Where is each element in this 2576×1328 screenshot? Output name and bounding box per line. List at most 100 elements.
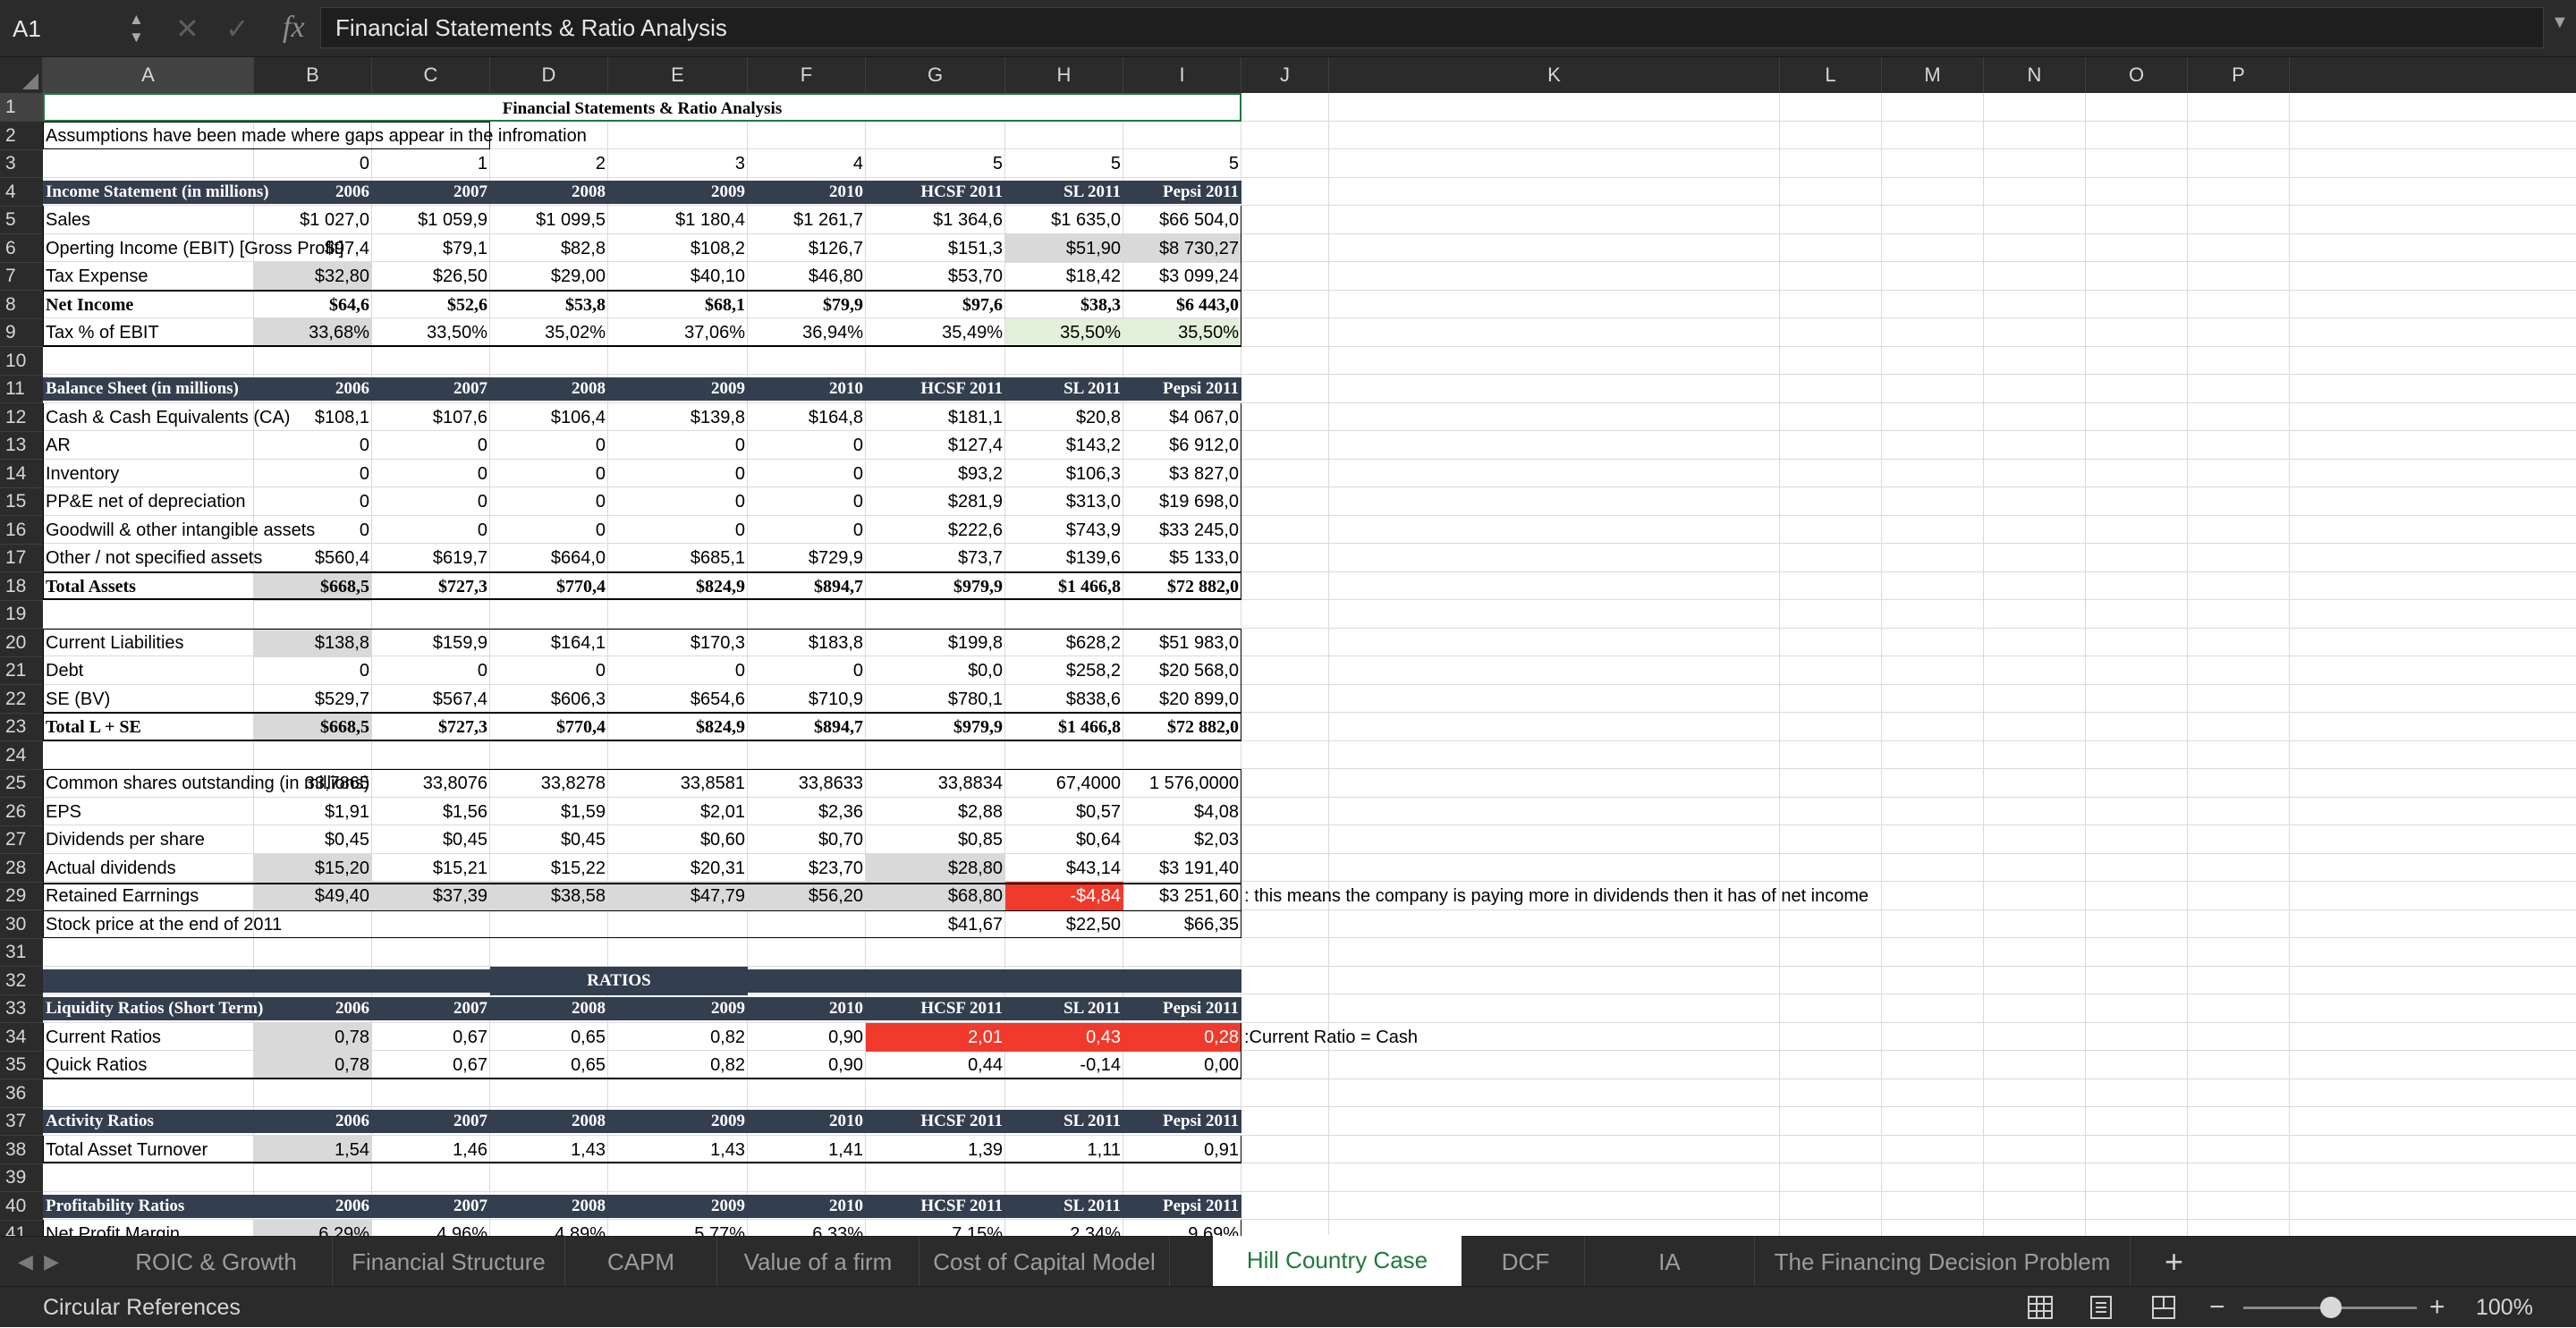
column-header-l[interactable]: L: [1780, 57, 1882, 93]
row-header-1[interactable]: 1: [0, 93, 43, 122]
row-header-21[interactable]: 21: [0, 656, 43, 685]
index-cell[interactable]: 2: [490, 149, 608, 178]
row-header-2[interactable]: 2: [0, 122, 43, 150]
current-ratio-note[interactable]: :Current Ratio = Cash: [1241, 1023, 1599, 1052]
row-header-28[interactable]: 28: [0, 854, 43, 883]
year-header[interactable]: 2008: [490, 377, 608, 401]
column-header-p[interactable]: P: [2188, 57, 2290, 93]
column-header-n[interactable]: N: [1984, 57, 2086, 93]
column-header-k[interactable]: K: [1329, 57, 1780, 93]
index-cell[interactable]: 5: [1005, 149, 1123, 178]
sheet-tab[interactable]: IA: [1585, 1237, 1755, 1287]
row-header-3[interactable]: 3: [0, 149, 43, 178]
year-header[interactable]: Pepsi 2011: [1123, 181, 1241, 204]
year-header[interactable]: HCSF 2011: [866, 377, 1005, 401]
year-header[interactable]: SL 2011: [1005, 181, 1123, 204]
row-header-10[interactable]: 10: [0, 347, 43, 376]
zoom-out-button[interactable]: −: [2209, 1287, 2225, 1328]
index-cell[interactable]: 5: [1123, 149, 1241, 178]
year-header[interactable]: HCSF 2011: [866, 181, 1005, 204]
row-header-24[interactable]: 24: [0, 741, 43, 770]
year-header[interactable]: 2009: [608, 1195, 748, 1218]
row-header-13[interactable]: 13: [0, 431, 43, 460]
sheet-tab[interactable]: Hill Country Case: [1213, 1235, 1462, 1287]
column-header-d[interactable]: D: [490, 57, 608, 93]
name-box-stepper-icon[interactable]: ▲ ▼: [129, 11, 144, 47]
retained-earnings-note[interactable]: : this means the company is paying more …: [1241, 882, 2046, 910]
year-header[interactable]: Pepsi 2011: [1123, 997, 1241, 1020]
year-header[interactable]: 2008: [490, 1195, 608, 1218]
normal-view-icon[interactable]: [2027, 1294, 2054, 1321]
year-header[interactable]: 2009: [608, 1110, 748, 1133]
row-header-9[interactable]: 9: [0, 318, 43, 347]
row-header-4[interactable]: 4: [0, 178, 43, 207]
year-header[interactable]: 2008: [490, 181, 608, 204]
column-header-j[interactable]: J: [1241, 57, 1329, 93]
year-header[interactable]: 2007: [372, 181, 490, 204]
row-header-38[interactable]: 38: [0, 1136, 43, 1164]
year-header[interactable]: 2009: [608, 181, 748, 204]
column-header-e[interactable]: E: [608, 57, 748, 93]
sheet-tab[interactable]: Financial Structure: [333, 1237, 565, 1287]
chevron-down-icon[interactable]: ▼: [2551, 13, 2569, 33]
year-header[interactable]: 2006: [254, 181, 372, 204]
row-header-17[interactable]: 17: [0, 544, 43, 572]
status-text[interactable]: Circular References: [43, 1287, 241, 1328]
year-header[interactable]: 2006: [254, 1195, 372, 1218]
function-icon[interactable]: fx: [283, 9, 305, 47]
column-header-f[interactable]: F: [748, 57, 866, 93]
row-header-25[interactable]: 25: [0, 769, 43, 798]
year-header[interactable]: HCSF 2011: [866, 1195, 1005, 1218]
row-header-5[interactable]: 5: [0, 206, 43, 234]
index-cell[interactable]: 3: [608, 149, 748, 178]
sheet-tab[interactable]: Value of a firm: [717, 1237, 919, 1287]
sheet-tab[interactable]: DCF: [1467, 1237, 1585, 1287]
year-header[interactable]: 2006: [254, 1110, 372, 1133]
row-header-32[interactable]: 32: [0, 967, 43, 995]
column-header-i[interactable]: I: [1123, 57, 1241, 93]
index-cell[interactable]: 4: [748, 149, 866, 178]
year-header[interactable]: SL 2011: [1005, 377, 1123, 401]
year-header[interactable]: 2009: [608, 377, 748, 401]
name-box[interactable]: A1: [13, 0, 41, 57]
row-header-35[interactable]: 35: [0, 1051, 43, 1079]
ratios-title[interactable]: RATIOS: [490, 967, 748, 995]
row-header-18[interactable]: 18: [0, 572, 43, 601]
year-header[interactable]: 2008: [490, 997, 608, 1020]
row-header-22[interactable]: 22: [0, 685, 43, 714]
row-header-29[interactable]: 29: [0, 882, 43, 910]
year-header[interactable]: 2010: [748, 997, 866, 1020]
year-header[interactable]: 2007: [372, 1195, 490, 1218]
select-all-corner[interactable]: [0, 57, 43, 93]
year-header[interactable]: SL 2011: [1005, 1110, 1123, 1133]
row-header-15[interactable]: 15: [0, 487, 43, 516]
year-header[interactable]: 2007: [372, 377, 490, 401]
year-header[interactable]: Pepsi 2011: [1123, 1110, 1241, 1133]
year-header[interactable]: HCSF 2011: [866, 997, 1005, 1020]
year-header[interactable]: SL 2011: [1005, 997, 1123, 1020]
add-sheet-icon[interactable]: +: [2165, 1237, 2183, 1287]
year-header[interactable]: Pepsi 2011: [1123, 377, 1241, 401]
column-header-h[interactable]: H: [1005, 57, 1123, 93]
zoom-slider-handle[interactable]: [2320, 1297, 2342, 1318]
column-header-o[interactable]: O: [2086, 57, 2188, 93]
row-header-7[interactable]: 7: [0, 262, 43, 291]
sheet-tab[interactable]: ROIC & Growth: [100, 1237, 333, 1287]
row-header-20[interactable]: 20: [0, 629, 43, 657]
column-header-g[interactable]: G: [866, 57, 1005, 93]
row-header-36[interactable]: 36: [0, 1079, 43, 1108]
row-header-23[interactable]: 23: [0, 713, 43, 741]
row-header-40[interactable]: 40: [0, 1192, 43, 1221]
index-cell[interactable]: 1: [372, 149, 490, 178]
spreadsheet-grid[interactable]: Financial Statements & Ratio Analysis Ass…: [43, 93, 2576, 1236]
sheet-tab[interactable]: Cost of Capital Model: [919, 1237, 1170, 1287]
year-header[interactable]: 2010: [748, 181, 866, 204]
row-header-37[interactable]: 37: [0, 1107, 43, 1136]
year-header[interactable]: 2007: [372, 1110, 490, 1133]
sheet-tab[interactable]: CAPM: [565, 1237, 717, 1287]
row-header-30[interactable]: 30: [0, 910, 43, 939]
year-header[interactable]: 2006: [254, 377, 372, 401]
row-header-39[interactable]: 39: [0, 1163, 43, 1192]
page-layout-view-icon[interactable]: [2088, 1294, 2114, 1321]
year-header[interactable]: 2010: [748, 1195, 866, 1218]
